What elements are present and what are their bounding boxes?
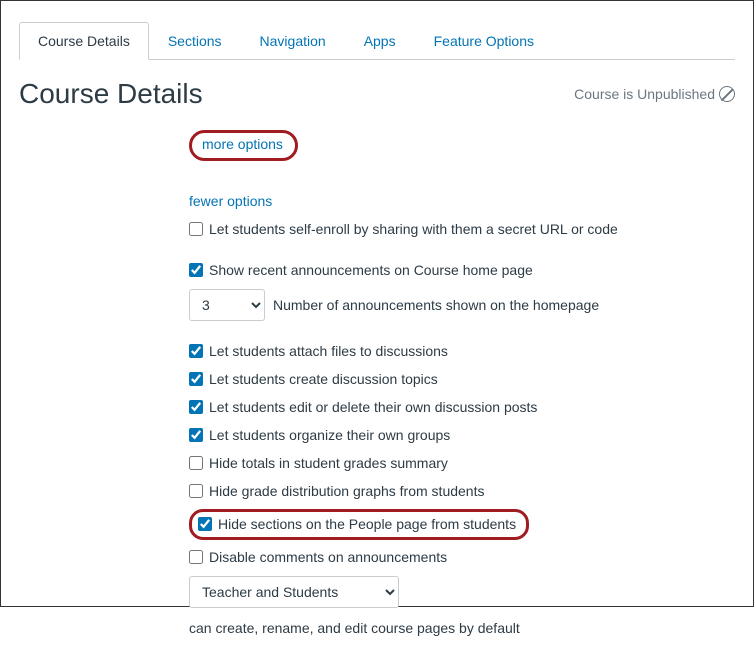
course-status-label: Course is Unpublished — [574, 86, 715, 102]
checkbox-hide-distribution[interactable] — [189, 484, 203, 498]
checkbox-self-enroll[interactable] — [189, 222, 203, 236]
select-page-editors[interactable]: Teacher and Students — [189, 576, 399, 608]
unpublished-icon — [719, 86, 735, 102]
tab-sections[interactable]: Sections — [149, 22, 241, 60]
checkbox-organize-groups[interactable] — [189, 428, 203, 442]
settings-tabs: Course Details Sections Navigation Apps … — [19, 21, 735, 60]
label-create-topics: Let students create discussion topics — [209, 369, 438, 390]
tab-course-details[interactable]: Course Details — [19, 22, 149, 60]
checkbox-create-topics[interactable] — [189, 372, 203, 386]
course-status: Course is Unpublished — [574, 86, 735, 102]
label-organize-groups: Let students organize their own groups — [209, 425, 450, 446]
checkbox-attach-files[interactable] — [189, 344, 203, 358]
checkbox-hide-sections[interactable] — [198, 517, 212, 531]
label-announcements: Show recent announcements on Course home… — [209, 260, 533, 281]
fewer-options-link[interactable]: fewer options — [189, 191, 272, 212]
label-disable-comments: Disable comments on announcements — [209, 547, 447, 568]
label-hide-totals: Hide totals in student grades summary — [209, 453, 448, 474]
tab-feature-options[interactable]: Feature Options — [415, 22, 553, 60]
checkbox-disable-comments[interactable] — [189, 550, 203, 564]
label-hide-sections: Hide sections on the People page from st… — [218, 514, 516, 535]
label-attach-files: Let students attach files to discussions — [209, 341, 448, 362]
helper-pages: can create, rename, and edit course page… — [189, 620, 735, 636]
label-edit-posts: Let students edit or delete their own di… — [209, 397, 537, 418]
checkbox-announcements[interactable] — [189, 263, 203, 277]
tab-apps[interactable]: Apps — [345, 22, 415, 60]
page-title: Course Details — [19, 78, 203, 110]
label-announcement-count: Number of announcements shown on the hom… — [273, 297, 599, 313]
highlight-more-options: more options — [189, 130, 298, 161]
highlight-hide-sections: Hide sections on the People page from st… — [189, 509, 529, 540]
select-announcement-count[interactable]: 3 — [189, 289, 265, 321]
checkbox-edit-posts[interactable] — [189, 400, 203, 414]
label-hide-distribution: Hide grade distribution graphs from stud… — [209, 481, 484, 502]
checkbox-hide-totals[interactable] — [189, 456, 203, 470]
label-self-enroll: Let students self-enroll by sharing with… — [209, 219, 618, 240]
tab-navigation[interactable]: Navigation — [241, 22, 345, 60]
more-options-link[interactable]: more options — [202, 136, 283, 152]
